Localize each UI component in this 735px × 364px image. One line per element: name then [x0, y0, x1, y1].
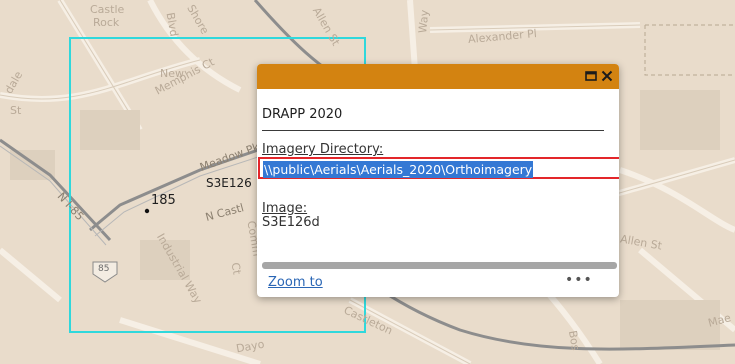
- map-label-way: Way: [416, 9, 432, 34]
- maximize-button[interactable]: [583, 68, 599, 84]
- identify-popup: DRAPP 2020 Imagery Directory: \\public\A…: [257, 64, 619, 297]
- imagery-directory-label: Imagery Directory:: [262, 142, 384, 157]
- more-actions-button[interactable]: •••: [565, 272, 593, 288]
- map-label-ct: Ct: [228, 261, 244, 276]
- horizontal-scrollbar[interactable]: [262, 262, 617, 269]
- map-label-rock: Rock: [93, 16, 120, 29]
- map-label-castle: Castle: [90, 3, 125, 16]
- popup-title: DRAPP 2020: [262, 107, 343, 122]
- map-label-185: 185: [151, 193, 176, 208]
- imagery-directory-highlight: \\public\Aerials\Aerials_2020\Orthoimage…: [258, 157, 619, 179]
- map-label-st: St: [10, 104, 22, 117]
- point-marker[interactable]: [144, 208, 150, 214]
- imagery-directory-value[interactable]: \\public\Aerials\Aerials_2020\Orthoimage…: [263, 161, 534, 178]
- map-label-s3e126: S3E126: [206, 176, 252, 190]
- close-icon: [601, 70, 613, 82]
- image-label: Image:: [262, 201, 308, 216]
- title-divider: [262, 130, 604, 131]
- image-value: S3E126d: [262, 215, 320, 230]
- popup-header: [257, 64, 619, 89]
- maximize-icon: [585, 71, 597, 81]
- zoom-to-link[interactable]: Zoom to: [268, 275, 323, 290]
- close-button[interactable]: [599, 68, 615, 84]
- route-shield-label: 85: [98, 264, 110, 274]
